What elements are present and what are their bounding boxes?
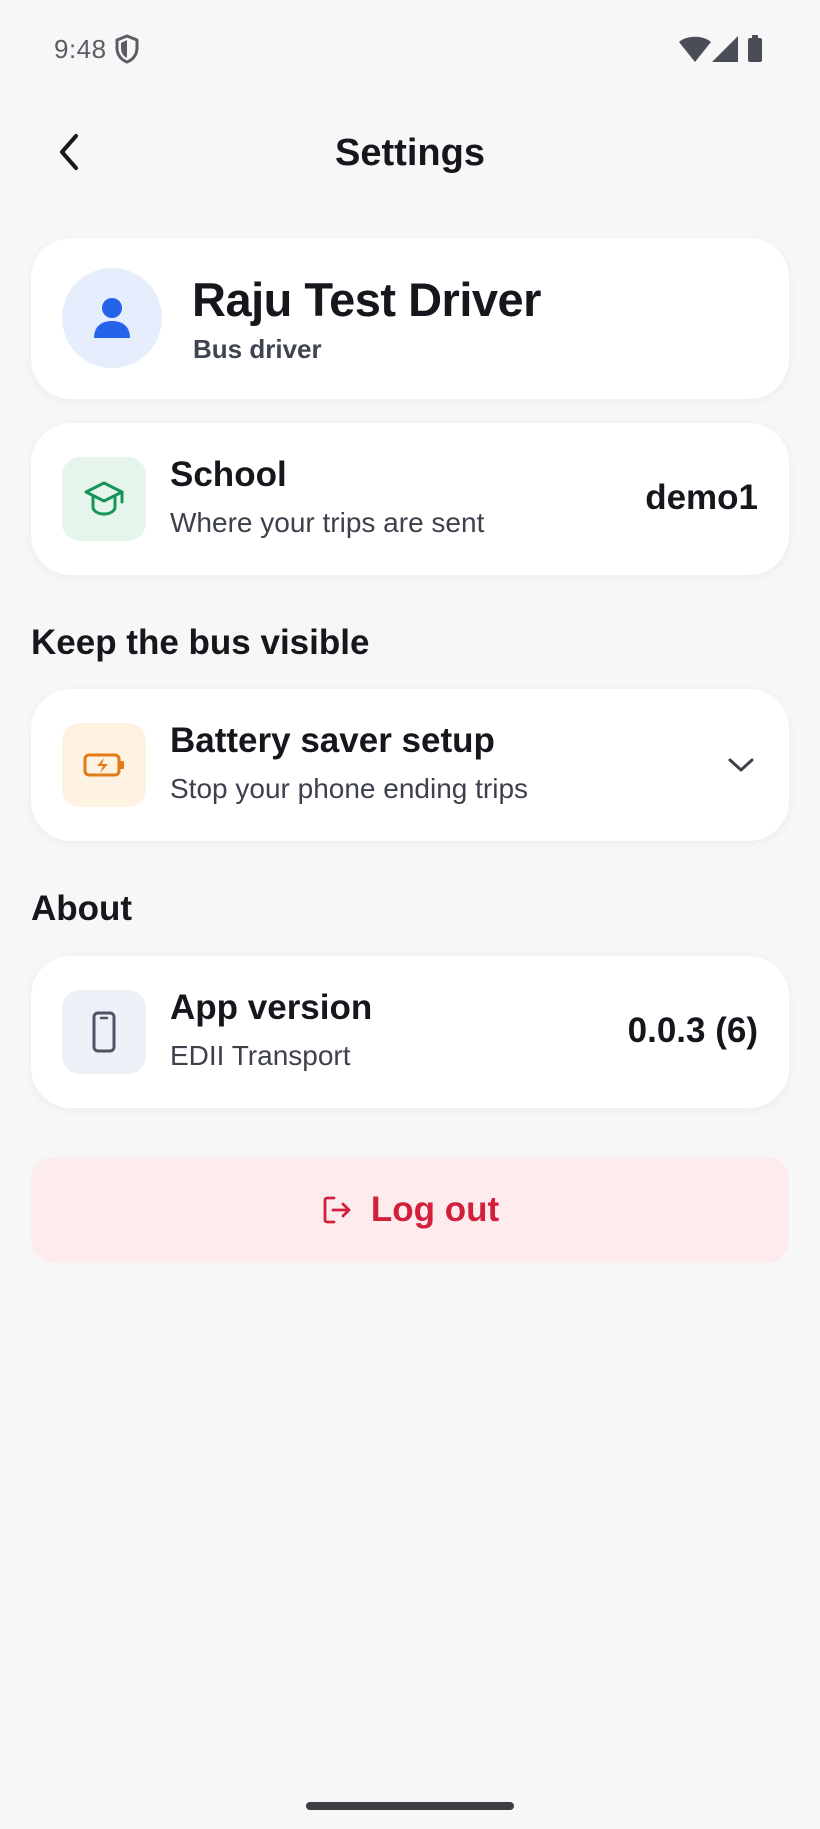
wifi-icon [679, 36, 711, 62]
app-version-card: App version EDII Transport 0.0.3 (6) [31, 956, 789, 1108]
battery-title: Battery saver setup [170, 721, 495, 760]
status-time: 9:48 [54, 34, 107, 64]
school-title: School [170, 455, 287, 494]
page-title: Settings [335, 132, 485, 174]
phone-icon-tile [62, 990, 146, 1074]
chevron-left-icon [60, 134, 78, 170]
app-version-value: 0.0.3 (6) [627, 1011, 758, 1050]
settings-screen: 9:48 Settings Raju Test Driver Bus drive… [0, 0, 820, 1829]
app-version-title: App version [170, 988, 373, 1027]
graduation-cap-icon [84, 481, 124, 516]
battery-saver-setup-row[interactable]: Battery saver setup Stop your phone endi… [31, 689, 789, 841]
person-icon [94, 298, 130, 338]
battery-subtitle: Stop your phone ending trips [170, 773, 529, 804]
section-heading-visibility: Keep the bus visible [31, 623, 370, 662]
school-value: demo1 [645, 478, 758, 517]
battery-icon-tile [62, 723, 146, 807]
battery-icon [748, 35, 762, 62]
avatar [62, 268, 162, 368]
expand-toggle[interactable] [721, 745, 761, 785]
section-heading-about: About [31, 889, 133, 928]
profile-name: Raju Test Driver [192, 273, 541, 326]
app-version-subtitle: EDII Transport [170, 1040, 351, 1071]
logout-icon [323, 1196, 351, 1224]
phone-icon [92, 1011, 116, 1053]
school-icon-tile [62, 457, 146, 541]
back-button[interactable] [44, 126, 96, 178]
shield-icon [115, 34, 139, 64]
chevron-down-icon [728, 758, 754, 772]
profile-role: Bus driver [193, 334, 322, 364]
logout-button[interactable]: Log out [31, 1157, 789, 1263]
status-bar: 9:48 [0, 0, 820, 100]
status-icons [679, 35, 762, 62]
profile-card: Raju Test Driver Bus driver [31, 238, 789, 399]
battery-charging-icon [83, 753, 124, 777]
logout-label: Log out [370, 1190, 500, 1229]
signal-icon [712, 36, 738, 62]
home-indicator[interactable] [306, 1802, 514, 1810]
school-subtitle: Where your trips are sent [170, 507, 485, 538]
school-card: School Where your trips are sent demo1 [31, 423, 789, 575]
